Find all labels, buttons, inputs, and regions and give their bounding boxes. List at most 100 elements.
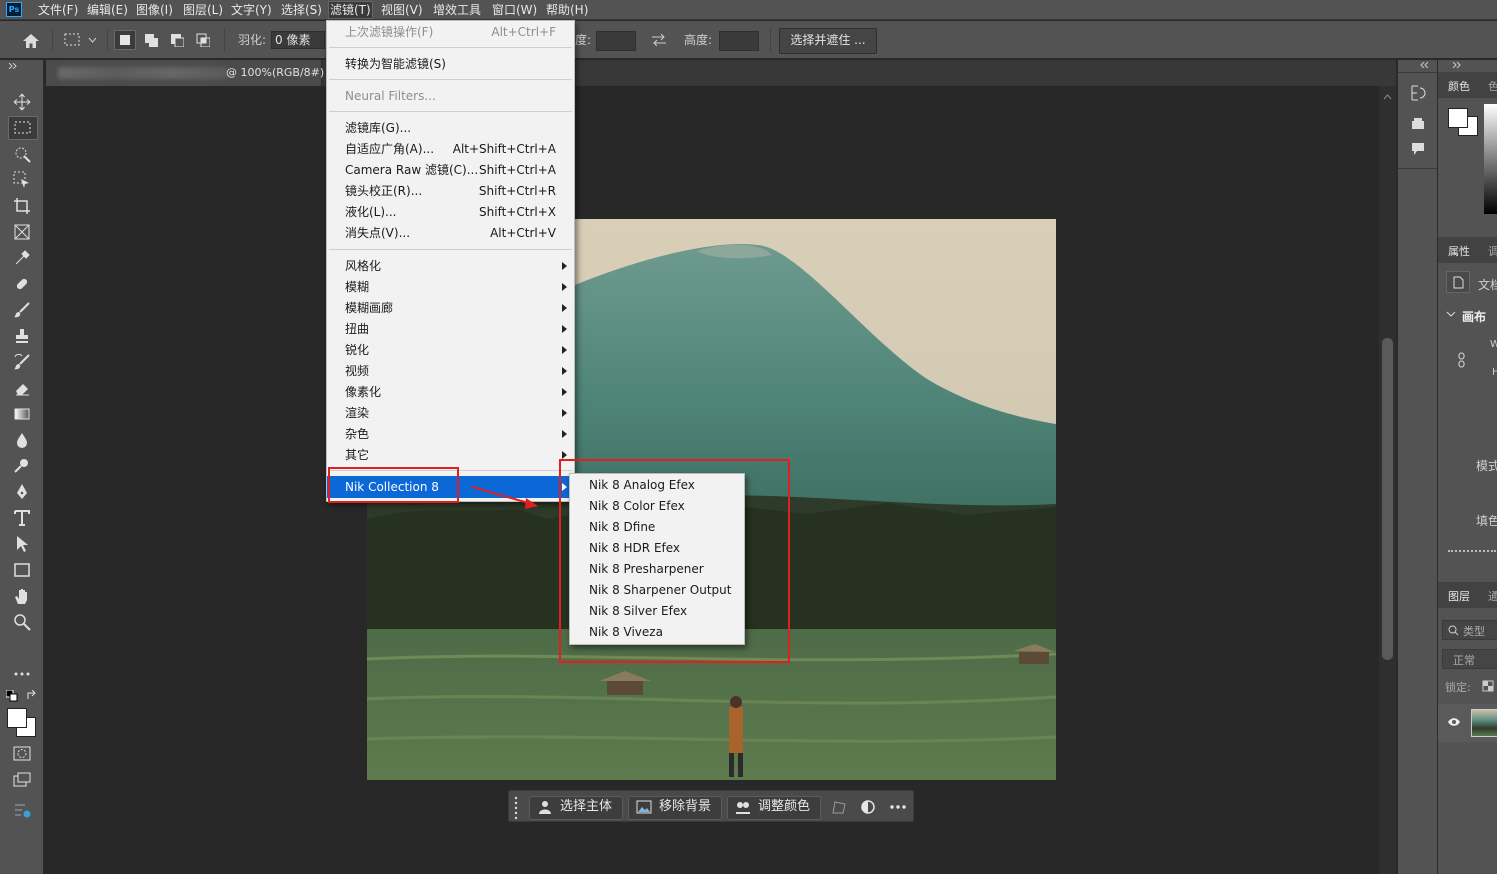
subtract-selection-icon[interactable] [170,33,184,47]
hand-tool[interactable] [8,584,36,606]
menu-item-render[interactable]: 渲染 [327,403,574,424]
blur-tool[interactable] [8,428,36,450]
libraries-panel-icon[interactable] [1411,116,1425,130]
height-input[interactable] [719,31,759,51]
tab-color[interactable]: 颜色 色 [1438,72,1497,98]
feather-input[interactable]: 0 像素 [271,31,325,49]
menu-item-vanishing-point[interactable]: 消失点(V)... Alt+Ctrl+V [327,223,574,244]
width-input[interactable] [596,31,636,51]
type-tool[interactable] [8,506,36,528]
menu-help[interactable]: 帮助(H) [545,2,589,18]
adjustments-tab-label[interactable]: 调 [1488,243,1497,259]
foreground-swatch[interactable] [1448,108,1468,128]
tab-properties[interactable]: 属性 调 [1438,237,1497,263]
pen-tool[interactable] [8,480,36,502]
menu-file[interactable]: 文件(F) [37,2,79,18]
marquee-preset-icon[interactable] [64,33,82,47]
menu-item-distort[interactable]: 扭曲 [327,319,574,340]
menu-item-noise[interactable]: 杂色 [327,424,574,445]
menu-item-pixelate[interactable]: 像素化 [327,382,574,403]
chevron-down-icon[interactable] [1446,311,1456,317]
rectangle-tool[interactable] [8,558,36,580]
eyedropper-tool[interactable] [8,246,36,268]
edit-toolbar-icon[interactable] [13,802,33,820]
menu-item-video[interactable]: 视频 [327,361,574,382]
dodge-tool[interactable] [8,454,36,476]
menu-filter[interactable]: 滤镜(T) [328,1,373,19]
eraser-tool[interactable] [8,376,36,398]
menu-layer[interactable]: 图层(L) [182,2,224,18]
zoom-tool[interactable] [8,610,36,632]
channels-tab-label[interactable]: 通 [1488,588,1497,604]
vertical-scrollbar[interactable] [1379,86,1396,874]
menu-item-liquify[interactable]: 液化(L)... Shift+Ctrl+X [327,202,574,223]
collapse-chevrons-icon[interactable] [1452,62,1462,68]
menu-plugins[interactable]: 增效工具 [432,2,482,18]
menu-item-filter-gallery[interactable]: 滤镜库(G)... [327,118,574,139]
menu-item-other[interactable]: 其它 [327,445,574,466]
swatches-tab-label[interactable]: 色 [1488,78,1497,94]
home-icon[interactable] [22,33,40,49]
path-selection-tool[interactable] [8,532,36,554]
crop-tool[interactable] [8,194,36,216]
transform-icon[interactable] [831,799,847,815]
default-colors-icon[interactable] [6,690,18,702]
select-and-mask-button[interactable]: 选择并遮住 ... [779,28,877,54]
document-tab[interactable]: @ 100%(RGB/8#) [46,60,324,86]
object-selection-tool[interactable] [8,142,36,164]
menu-item-camera-raw[interactable]: Camera Raw 滤镜(C)... Shift+Ctrl+A [327,160,574,181]
remove-background-button[interactable]: 移除背景 [628,796,722,820]
intersect-selection-icon[interactable] [196,33,210,47]
add-selection-icon[interactable] [144,33,158,47]
history-brush-tool[interactable] [8,350,36,372]
layer-filter-field[interactable]: 类型 [1442,620,1497,640]
menu-image[interactable]: 图像(I) [135,2,174,18]
menu-view[interactable]: 视图(V) [380,2,424,18]
blend-mode-select[interactable]: 正常 [1442,649,1497,669]
menu-item-sharpen[interactable]: 锐化 [327,340,574,361]
chevron-down-icon[interactable] [88,37,97,43]
adjust-color-button[interactable]: 调整颜色 [727,796,821,820]
visibility-eye-icon[interactable] [1447,717,1461,727]
menu-item-blur-gallery[interactable]: 模糊画廊 [327,298,574,319]
menu-item-convert-smart-filter[interactable]: 转换为智能滤镜(S) [327,54,574,75]
frame-tool[interactable] [8,220,36,242]
gradient-tool[interactable] [8,402,36,424]
menu-item-lens-correction[interactable]: 镜头校正(R)... Shift+Ctrl+R [327,181,574,202]
menu-item-stylize[interactable]: 风格化 [327,256,574,277]
rectangular-marquee-tool[interactable] [8,116,38,140]
menu-item-neural-filters[interactable]: Neural Filters... [327,86,574,107]
tab-layers[interactable]: 图层 通 [1438,582,1497,608]
history-panel-icon[interactable] [1409,84,1427,102]
swap-colors-icon[interactable] [26,690,38,702]
clone-stamp-tool[interactable] [8,324,36,346]
healing-brush-tool[interactable] [8,272,36,294]
layer-row[interactable] [1438,704,1497,742]
more-options-icon[interactable] [889,804,907,810]
drag-handle-icon[interactable] [513,795,519,819]
menu-item-last-filter[interactable]: 上次滤镜操作(F) Alt+Ctrl+F [327,22,574,43]
brush-tool[interactable] [8,298,36,320]
color-ramp[interactable] [1484,104,1497,214]
menu-item-adaptive-wide-angle[interactable]: 自适应广角(A)... Alt+Shift+Ctrl+A [327,139,574,160]
menu-item-blur[interactable]: 模糊 [327,277,574,298]
more-tools-icon[interactable] [8,662,36,684]
quick-mask-icon[interactable] [13,746,31,762]
menu-select[interactable]: 选择(S) [280,2,323,18]
link-icon[interactable] [1457,352,1466,368]
document-button[interactable] [1446,271,1470,293]
scroll-up-arrow-icon[interactable] [1383,94,1392,100]
expand-chevrons-icon[interactable] [1420,62,1430,68]
scrollbar-thumb[interactable] [1382,338,1393,660]
lock-transparent-icon[interactable] [1482,680,1494,692]
menu-type[interactable]: 文字(Y) [230,2,273,18]
menu-window[interactable]: 窗口(W) [491,2,538,18]
swap-arrows-icon[interactable] [651,34,667,46]
collapse-chevrons-icon[interactable] [8,63,18,69]
foreground-color-swatch[interactable] [7,708,27,728]
comments-panel-icon[interactable] [1411,142,1425,156]
move-tool[interactable] [8,90,36,112]
new-selection-button[interactable] [114,30,136,50]
select-subject-tool[interactable] [8,168,36,190]
invert-mask-icon[interactable] [860,799,876,815]
